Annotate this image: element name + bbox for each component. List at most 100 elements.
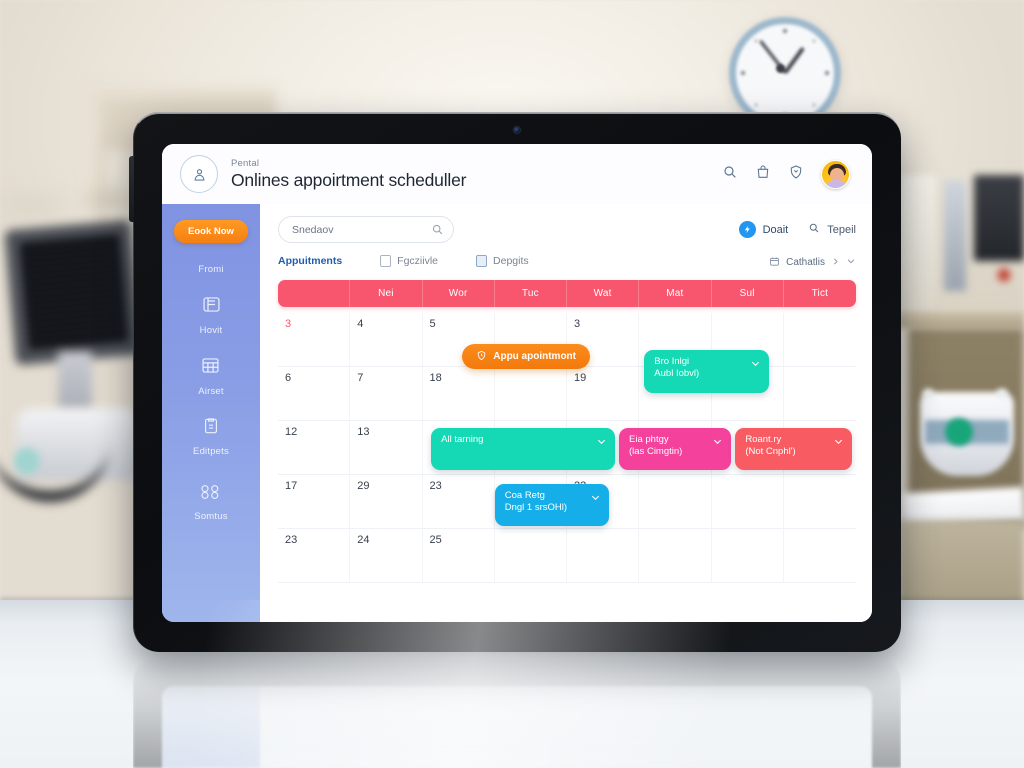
day-number: 7 [357, 372, 364, 384]
calendar-event-card[interactable]: Bro Inlgi Aubl Iobvl) [644, 349, 769, 393]
calendar-day-cell[interactable] [783, 313, 856, 367]
doait-label: Doait [762, 223, 789, 236]
calendar-day-cell[interactable] [711, 529, 784, 583]
add-appointment-label: Appu apointmont [493, 351, 576, 363]
search-input[interactable] [278, 216, 454, 243]
sidebar-item-home[interactable]: Fromi [198, 264, 223, 275]
background-device-knobs [918, 386, 1016, 402]
add-appointment-button[interactable]: Appu apointmont [462, 344, 590, 370]
calendar-day-cell[interactable] [639, 529, 712, 583]
calendar-day-cell[interactable]: 13 [350, 421, 423, 475]
calendar-day-cell[interactable] [494, 529, 567, 583]
day-number: 18 [429, 372, 442, 384]
day-number: 23 [285, 534, 298, 546]
calendar-day-cell[interactable] [783, 475, 856, 529]
search-box [278, 216, 454, 243]
doait-action[interactable]: Doait [738, 221, 789, 238]
book-icon [201, 294, 222, 320]
sidebar-item-editpets[interactable]: Editpets [193, 416, 229, 457]
event-subtitle: (las Cimgtin) [629, 446, 683, 458]
tablet-device: Pental Onlines appoirtment scheduller Eo… [129, 112, 901, 652]
bag-icon[interactable] [755, 164, 771, 185]
calendar-day-cell[interactable] [711, 475, 784, 529]
day-number: 13 [357, 426, 370, 438]
event-title: Eia phtgy [629, 434, 669, 446]
day-number: 12 [285, 426, 298, 438]
calendar-day-cell[interactable]: 4 [350, 313, 423, 367]
chevron-down-icon[interactable] [833, 434, 844, 452]
day-number: 24 [357, 534, 370, 546]
background-shelf-board [898, 312, 1024, 328]
weekday-header [278, 280, 351, 307]
calendar-filter[interactable]: Cathatlis [769, 256, 856, 270]
calendar-day-cell[interactable] [783, 367, 856, 421]
tab-label: Appuitments [278, 255, 343, 267]
calendar-day-cell[interactable]: 25 [422, 529, 495, 583]
main-content: Doait Tepeil [260, 204, 872, 622]
day-number: 3 [574, 318, 581, 330]
day-number: 23 [429, 480, 442, 492]
calendar-day-cell[interactable] [494, 367, 567, 421]
calendar-day-cell[interactable] [783, 529, 856, 583]
calendar-day-cell[interactable]: 6 [278, 367, 351, 421]
weekday-header: Wor [423, 280, 495, 307]
calendar-header-row: Nei Wor Tuc Wat Mat Sul Tict [278, 280, 856, 307]
chevron-down-icon[interactable] [590, 490, 601, 508]
day-number: 3 [285, 318, 292, 330]
calendar-day-cell[interactable]: 12 [278, 421, 351, 475]
tepeil-action[interactable]: Tepeil [808, 221, 856, 239]
chevron-down-icon[interactable] [846, 256, 856, 269]
calendar: Nei Wor Tuc Wat Mat Sul Tict 3 4 5 3 6 7 18 19 1… [278, 280, 856, 583]
event-subtitle: Aubl Iobvl) [654, 367, 700, 379]
calendar-day-cell[interactable]: 24 [350, 529, 423, 583]
calendar-day-cell[interactable]: 3 [278, 313, 351, 367]
calendar-event-card[interactable]: Roant.ry (Not Cnphl') [735, 428, 853, 471]
calendar-day-cell[interactable]: 23 [422, 475, 495, 529]
wall-clock-center [776, 64, 785, 73]
tab-label: Fgcziivle [397, 255, 439, 267]
group-icon [199, 483, 223, 506]
calendar-day-cell[interactable]: 7 [350, 367, 423, 421]
tab-appointments[interactable]: Appuitments [278, 255, 342, 270]
calendar-event-card[interactable]: All tarning [431, 428, 616, 471]
app-screen: Pental Onlines appoirtment scheduller Eo… [162, 144, 872, 622]
day-number: 29 [357, 480, 370, 492]
calendar-event-card[interactable]: Coa Retg Dngl 1 srsOHl) [494, 484, 609, 527]
calendar-day-cell[interactable]: 18 [422, 367, 495, 421]
avatar[interactable] [821, 159, 850, 189]
tab-deposits[interactable]: Depgits [476, 255, 529, 270]
search-icon[interactable] [431, 223, 444, 241]
chevron-down-icon[interactable] [750, 356, 761, 374]
background-device-indicator [945, 418, 973, 446]
calendar-day-cell[interactable] [639, 475, 712, 529]
weekday-header: Wat [567, 280, 640, 307]
book-now-button[interactable]: Eook Now [174, 220, 248, 243]
chevron-down-icon[interactable] [712, 434, 723, 452]
tab-receive[interactable]: Fgcziivle [380, 255, 438, 270]
weekday-header: Nei [350, 280, 423, 307]
brand-kicker: Pental [231, 158, 260, 169]
day-number: 19 [574, 372, 587, 384]
calendar-day-cell[interactable]: 23 [278, 529, 351, 583]
sidebar-item-label: Fromi [198, 264, 224, 275]
tabs: Appuitments Fgcziivle Depgits Cathatlis [278, 255, 856, 270]
content-toolbar: Doait Tepeil [278, 216, 856, 243]
user-badge-icon [180, 155, 218, 193]
chevron-down-icon[interactable] [596, 434, 607, 452]
sidebar-item-somtus[interactable]: Somtus [194, 483, 228, 522]
sidebar-item-airset[interactable]: Airset [198, 355, 224, 397]
calendar-grid: 3453671819121317292322232425Bro InlgiAub… [278, 313, 856, 583]
shield-heart-icon[interactable] [788, 164, 804, 185]
sidebar-item-hovit[interactable]: Hovit [200, 294, 223, 336]
search-icon[interactable] [722, 164, 738, 185]
tablet-side-button[interactable] [129, 156, 134, 222]
calendar-day-cell[interactable]: 19 [567, 367, 640, 421]
calendar-day-cell[interactable]: 17 [278, 475, 351, 529]
calendar-day-cell[interactable]: 29 [350, 475, 423, 529]
day-number: 5 [429, 318, 436, 330]
clipboard-icon [201, 416, 221, 441]
calendar-event-card[interactable]: Eia phtgy (las Cimgtin) [619, 428, 731, 471]
sidebar-item-label: Airset [198, 386, 224, 397]
calendar-day-cell[interactable] [567, 529, 640, 583]
day-number: 17 [285, 480, 298, 492]
